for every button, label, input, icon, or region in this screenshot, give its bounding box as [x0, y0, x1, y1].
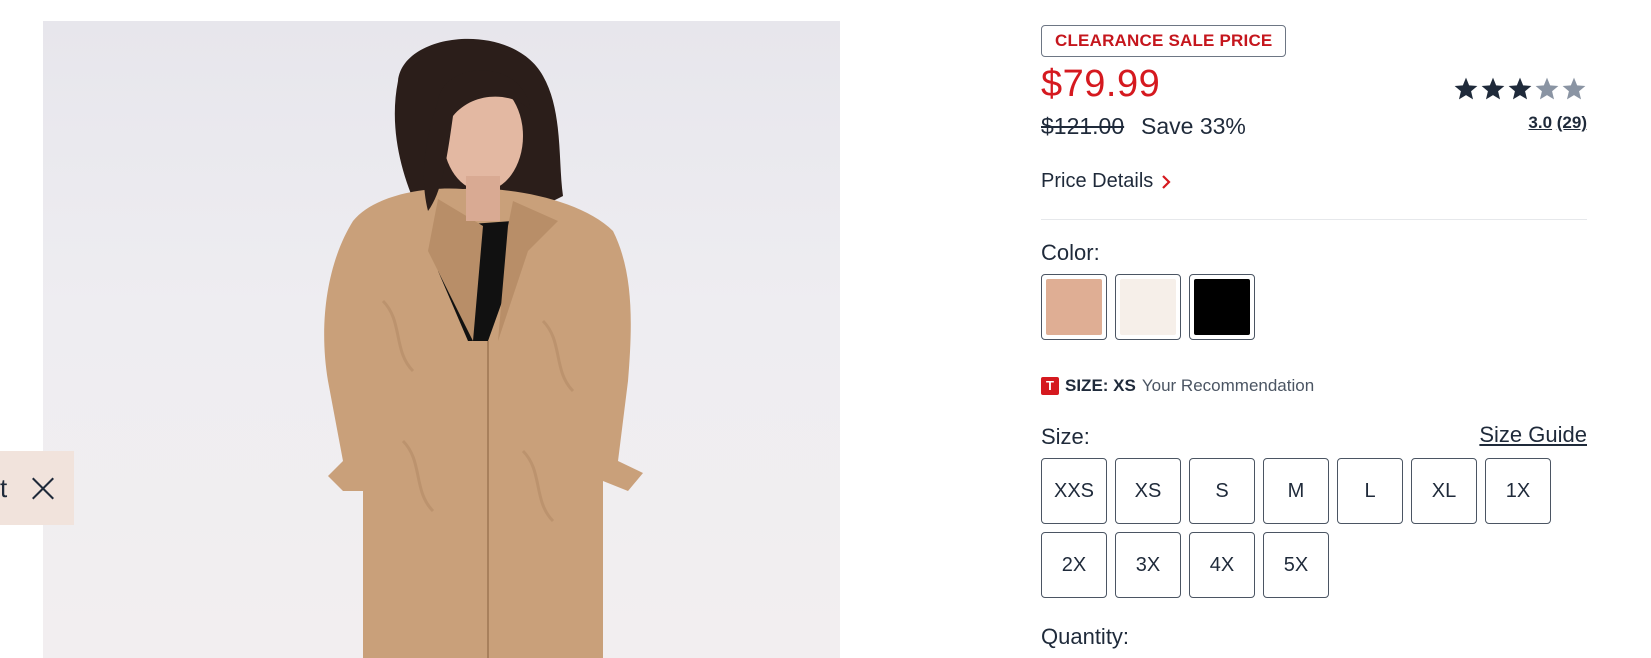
original-price: $121.00 [1041, 113, 1125, 139]
swatch-fill [1194, 279, 1250, 335]
rating-summary[interactable]: 3.0 (29) [1528, 113, 1587, 133]
star-filled-icon [1454, 77, 1478, 100]
swatch-fill [1046, 279, 1102, 335]
size-option-4x[interactable]: 4X [1189, 532, 1255, 598]
color-swatch-tan[interactable] [1041, 274, 1107, 340]
sale-price: $79.99 [1041, 63, 1161, 105]
size-option-2x[interactable]: 2X [1041, 532, 1107, 598]
feedback-tab[interactable]: t [0, 451, 74, 525]
star-empty-icon [1562, 77, 1586, 100]
size-option-3x[interactable]: 3X [1115, 532, 1181, 598]
swatch-fill [1120, 279, 1176, 335]
rating-stars[interactable] [1453, 76, 1587, 102]
product-info-panel: CLEARANCE SALE PRICE $79.99 $121.00 Save… [1041, 0, 1587, 658]
color-swatch-cream[interactable] [1115, 274, 1181, 340]
color-label: Color: [1041, 240, 1100, 265]
price-details-label: Price Details [1041, 170, 1154, 192]
size-option-l[interactable]: L [1337, 458, 1403, 524]
star-empty-icon [1535, 77, 1559, 100]
size-option-s[interactable]: S [1189, 458, 1255, 524]
size-label: Size: [1041, 424, 1090, 449]
feedback-tab-label: t [0, 475, 8, 501]
size-option-1x[interactable]: 1X [1485, 458, 1551, 524]
divider [1041, 219, 1587, 220]
recommendation-icon: T [1041, 377, 1059, 395]
color-swatches [1041, 274, 1255, 340]
size-option-xs[interactable]: XS [1115, 458, 1181, 524]
review-count[interactable]: (29) [1557, 113, 1587, 132]
size-option-m[interactable]: M [1263, 458, 1329, 524]
size-options: XXS XS S M L XL 1X 2X 3X 4X 5X [1041, 458, 1587, 598]
size-option-5x[interactable]: 5X [1263, 532, 1329, 598]
size-option-xxs[interactable]: XXS [1041, 458, 1107, 524]
rating-value[interactable]: 3.0 [1528, 113, 1552, 132]
star-filled-icon [1508, 77, 1532, 100]
size-recommendation: T SIZE: XS Your Recommendation [1041, 376, 1314, 396]
close-icon[interactable] [30, 475, 56, 501]
size-guide-link[interactable]: Size Guide [1479, 422, 1587, 448]
size-option-xl[interactable]: XL [1411, 458, 1477, 524]
quantity-label: Quantity: [1041, 624, 1130, 649]
product-illustration [324, 38, 643, 658]
color-swatch-black[interactable] [1189, 274, 1255, 340]
chevron-right-icon [1162, 174, 1171, 189]
clearance-badge: CLEARANCE SALE PRICE [1041, 25, 1287, 57]
star-filled-icon [1481, 77, 1505, 100]
recommendation-text: Your Recommendation [1141, 376, 1315, 395]
savings-text: Save 33% [1141, 113, 1246, 139]
recommended-size: SIZE: XS [1065, 376, 1136, 395]
price-details-link[interactable]: Price Details [1041, 170, 1171, 193]
product-image[interactable] [43, 21, 840, 658]
